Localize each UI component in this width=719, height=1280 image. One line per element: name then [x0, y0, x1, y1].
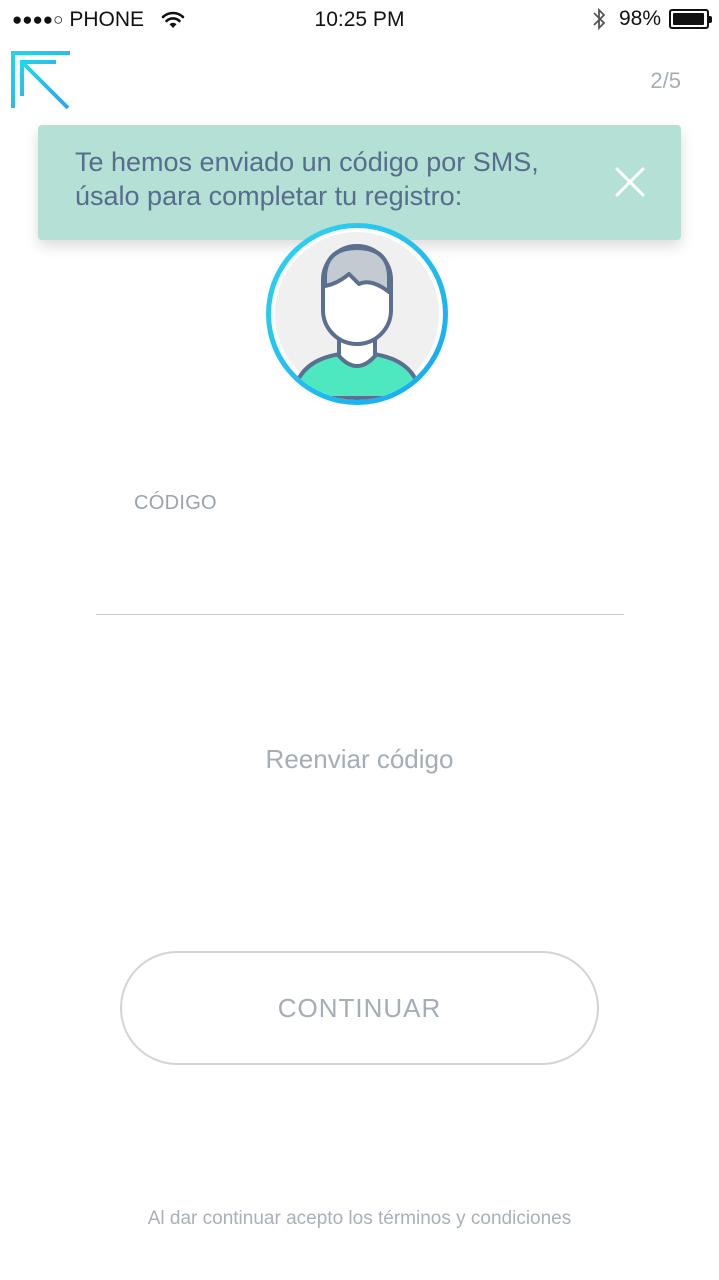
status-bar-right: 98%: [591, 6, 712, 32]
code-field-label: CÓDIGO: [134, 492, 217, 514]
battery-percent: 98%: [618, 7, 661, 30]
continue-button[interactable]: CONTINUAR: [120, 951, 599, 1065]
step-counter: 2/5: [650, 68, 681, 93]
user-avatar-icon: [266, 223, 448, 405]
close-icon[interactable]: [615, 167, 645, 197]
battery-level: [673, 13, 705, 25]
code-input[interactable]: [96, 535, 624, 615]
resend-code-link[interactable]: Reenviar código: [0, 744, 719, 775]
brand-logo-arrow-icon[interactable]: [10, 50, 72, 112]
bluetooth-icon: [593, 7, 606, 31]
toast-message: Te hemos enviado un código por SMS, úsal…: [75, 147, 539, 211]
battery-icon: [669, 9, 712, 29]
terms-notice: Al dar continuar acepto los términos y c…: [147, 1208, 572, 1229]
status-bar: ●●●●○ PHONE 10:25 PM 98%: [0, 0, 719, 40]
